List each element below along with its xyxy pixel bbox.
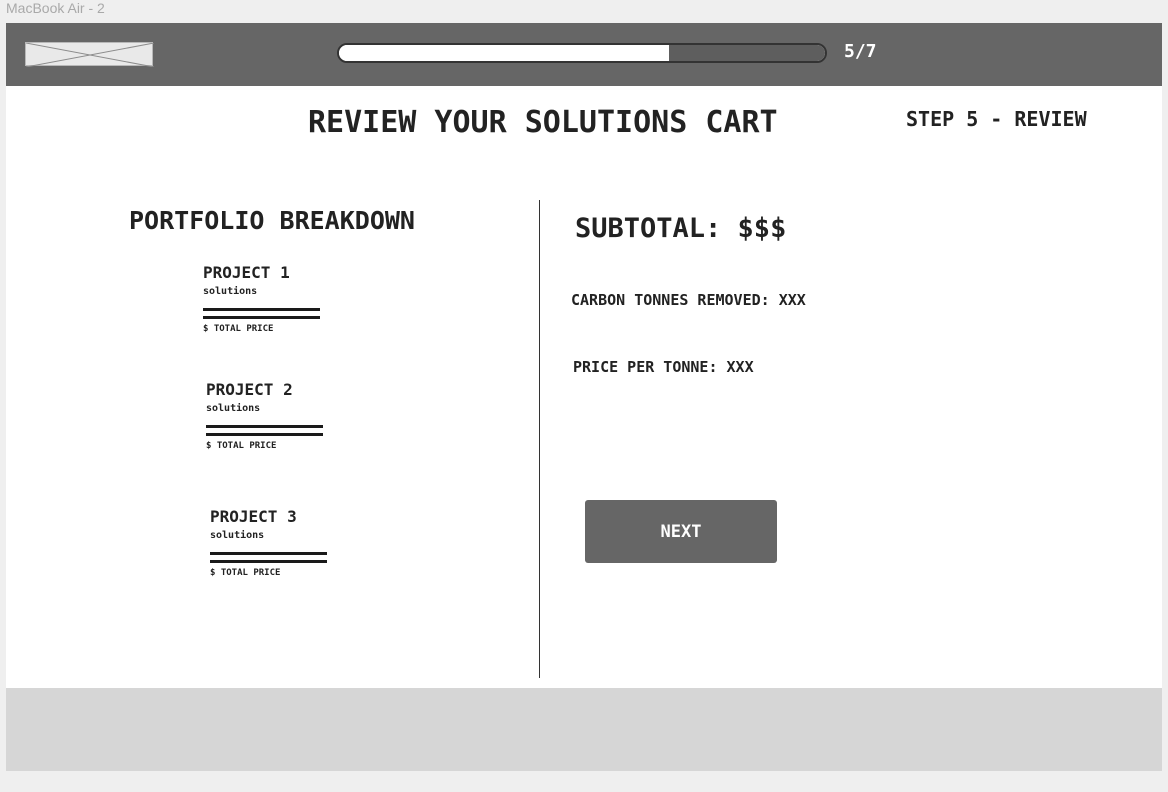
project-name: PROJECT 2 [206, 380, 293, 399]
project-name: PROJECT 3 [210, 507, 297, 526]
project-name: PROJECT 1 [203, 263, 290, 282]
artboard: 5/7 REVIEW YOUR SOLUTIONS CART STEP 5 - … [6, 23, 1162, 771]
project-item: PROJECT 3 solutions $ TOTAL PRICE [210, 507, 327, 578]
project-item: PROJECT 1 solutions $ TOTAL PRICE [203, 263, 320, 334]
step-label: STEP 5 - REVIEW [906, 107, 1087, 131]
project-lines [203, 308, 320, 319]
project-price: $ TOTAL PRICE [206, 441, 277, 451]
subtotal: SUBTOTAL: $$$ [575, 213, 787, 244]
column-divider [539, 200, 540, 678]
top-bar: 5/7 [6, 23, 1162, 86]
progress-count: 5/7 [844, 41, 877, 62]
next-button[interactable]: NEXT [585, 500, 777, 563]
project-lines [206, 425, 323, 436]
frame-label: MacBook Air - 2 [6, 0, 105, 16]
project-subtitle: solutions [203, 286, 258, 297]
progress-remaining [669, 45, 825, 61]
image-placeholder-icon[interactable] [25, 42, 154, 67]
project-price: $ TOTAL PRICE [210, 568, 281, 578]
price-per-tonne: PRICE PER TONNE: XXX [573, 358, 754, 376]
carbon-tonnes-removed: CARBON TONNES REMOVED: XXX [571, 291, 806, 309]
project-price: $ TOTAL PRICE [203, 324, 274, 334]
project-item: PROJECT 2 solutions $ TOTAL PRICE [206, 380, 323, 451]
project-subtitle: solutions [210, 530, 265, 541]
project-subtitle: solutions [206, 403, 261, 414]
project-lines [210, 552, 327, 563]
page-title: REVIEW YOUR SOLUTIONS CART [308, 105, 778, 140]
portfolio-breakdown-title: PORTFOLIO BREAKDOWN [129, 206, 415, 235]
footer [6, 688, 1162, 771]
progress-bar [337, 43, 827, 63]
progress-fill [339, 45, 670, 61]
